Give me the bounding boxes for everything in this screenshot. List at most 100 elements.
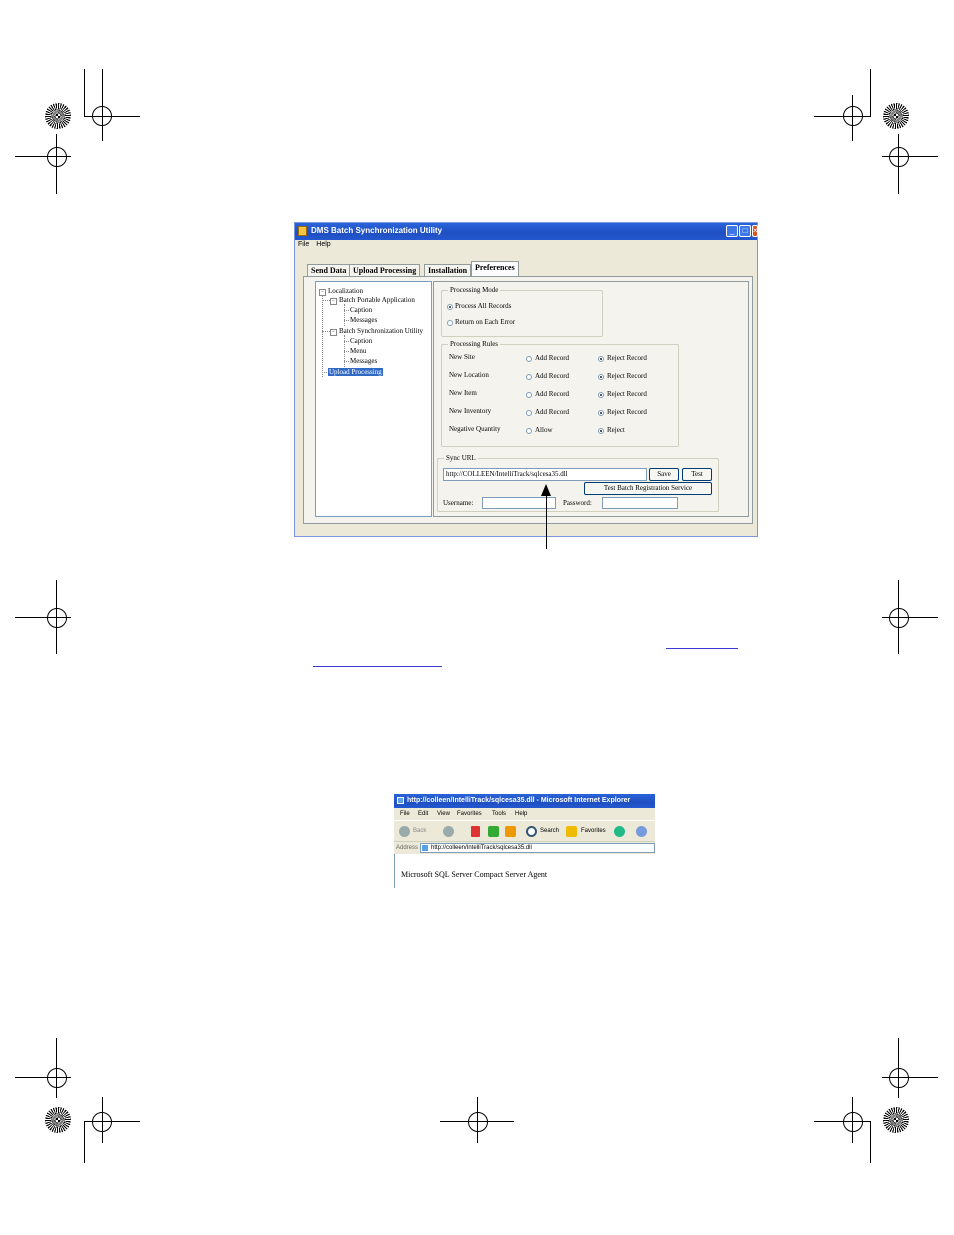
refresh-icon[interactable] — [488, 826, 499, 837]
radio-new-item-add[interactable] — [526, 392, 532, 398]
tab-preferences[interactable]: Preferences — [471, 261, 519, 277]
test-batch-registration-button[interactable]: Test Batch Registration Service — [584, 482, 712, 495]
password-input[interactable] — [602, 497, 678, 509]
rule-new-item-label: New Item — [449, 389, 477, 397]
return-on-each-error-label: Return on Each Error — [455, 318, 516, 326]
new-location-add-label: Add Record — [535, 372, 570, 380]
browser-title-bar[interactable]: http://colleen/IntelliTrack/sqlcesa35.dl… — [394, 794, 655, 808]
target-mark-icon — [468, 1112, 488, 1132]
radio-new-inventory-add[interactable] — [526, 410, 532, 416]
ie-icon — [397, 797, 404, 804]
link-underline[interactable] — [666, 648, 738, 649]
processing-rules-label: Processing Rules — [448, 340, 501, 348]
app-window: DMS Batch Synchronization Utility _ □ × … — [294, 222, 758, 537]
menu-help[interactable]: Help — [316, 241, 330, 248]
new-site-add-label: Add Record — [535, 354, 570, 362]
username-input[interactable] — [482, 497, 556, 509]
minimize-button[interactable]: _ — [726, 225, 738, 237]
radio-new-location-reject[interactable] — [598, 374, 604, 380]
tree-node-localization[interactable]: Localization — [328, 287, 363, 295]
ie-menu-file[interactable]: File — [400, 811, 410, 817]
rule-new-location-label: New Location — [449, 371, 489, 379]
settings-tree[interactable]: − Localization − Batch Portable Applicat… — [315, 281, 432, 517]
favorites-star-icon[interactable] — [566, 826, 577, 837]
browser-toolbar: Back Search Favorites — [394, 820, 655, 841]
target-mark-icon — [843, 1112, 863, 1132]
link-underline[interactable] — [313, 666, 442, 667]
browser-menu-bar: File Edit View Favorites Tools Help — [394, 808, 655, 820]
back-arrow-icon[interactable] — [399, 826, 410, 837]
tree-node-bpa-caption[interactable]: Caption — [350, 306, 372, 314]
close-button[interactable]: × — [752, 225, 758, 237]
process-all-records-label: Process All Records — [455, 302, 512, 310]
target-mark-icon — [47, 608, 67, 628]
ie-menu-tools[interactable]: Tools — [492, 811, 506, 817]
sync-url-input[interactable]: http://COLLEEN/IntelliTrack/sqlcesa35.dl… — [443, 468, 647, 481]
target-mark-icon — [843, 106, 863, 126]
new-inventory-reject-label: Reject Record — [607, 408, 647, 416]
tree-node-bsu-messages[interactable]: Messages — [350, 357, 377, 365]
collapse-icon[interactable]: − — [319, 289, 326, 296]
callout-line — [546, 494, 547, 549]
new-inventory-add-label: Add Record — [535, 408, 570, 416]
sync-url-group: Sync URL http://COLLEEN/IntelliTrack/sql… — [437, 454, 719, 512]
maximize-button[interactable]: □ — [739, 225, 751, 237]
menu-file[interactable]: File — [298, 241, 309, 248]
favorites-button-label[interactable]: Favorites — [581, 828, 606, 834]
ie-menu-favorites[interactable]: Favorites — [457, 811, 482, 817]
target-mark-icon — [889, 1068, 909, 1088]
ie-menu-edit[interactable]: Edit — [418, 811, 428, 817]
radio-negative-quantity-allow[interactable] — [526, 428, 532, 434]
app-icon — [298, 226, 307, 236]
radio-return-on-each-error[interactable] — [447, 320, 453, 326]
print-dial-icon — [45, 103, 71, 129]
title-bar[interactable]: DMS Batch Synchronization Utility _ □ × — [295, 223, 758, 240]
tree-node-batch-portable-application[interactable]: Batch Portable Application — [339, 296, 415, 304]
processing-mode-label: Processing Mode — [448, 286, 501, 294]
radio-new-inventory-reject[interactable] — [598, 410, 604, 416]
tree-node-batch-synchronization-utility[interactable]: Batch Synchronization Utility — [339, 327, 423, 335]
collapse-icon[interactable]: − — [330, 298, 337, 305]
new-location-reject-label: Reject Record — [607, 372, 647, 380]
back-button-label[interactable]: Back — [413, 828, 426, 834]
crop-mark-icon — [102, 69, 103, 141]
address-value: http://colleen/IntelliTrack/sqlcesa35.dl… — [431, 845, 532, 851]
processing-rules-group: Processing Rules New Site Add Record Rej… — [441, 340, 679, 447]
tree-node-bsu-menu[interactable]: Menu — [350, 347, 366, 355]
radio-negative-quantity-reject[interactable] — [598, 428, 604, 434]
address-bar: Address http://colleen/IntelliTrack/sqlc… — [394, 841, 655, 855]
stop-icon[interactable] — [471, 826, 480, 837]
address-label: Address — [396, 845, 419, 851]
negative-quantity-allow-label: Allow — [535, 426, 553, 434]
crop-mark-icon — [870, 1121, 871, 1163]
search-icon[interactable] — [526, 826, 537, 837]
radio-new-site-add[interactable] — [526, 356, 532, 362]
mail-icon[interactable] — [636, 826, 647, 837]
target-mark-icon — [92, 106, 112, 126]
new-item-add-label: Add Record — [535, 390, 570, 398]
negative-quantity-reject-label: Reject — [607, 426, 625, 434]
address-input[interactable]: http://colleen/IntelliTrack/sqlcesa35.dl… — [420, 843, 655, 853]
crop-mark-icon — [84, 69, 85, 117]
new-item-reject-label: Reject Record — [607, 390, 647, 398]
tree-node-upload-processing[interactable]: Upload Processing — [328, 368, 383, 376]
tree-node-bpa-messages[interactable]: Messages — [350, 316, 377, 324]
rule-new-site-label: New Site — [449, 353, 475, 361]
forward-arrow-icon[interactable] — [443, 826, 454, 837]
rule-new-inventory-label: New Inventory — [449, 407, 492, 415]
save-button[interactable]: Save — [649, 468, 679, 481]
home-icon[interactable] — [505, 826, 516, 837]
test-button[interactable]: Test — [682, 468, 712, 481]
radio-process-all-records[interactable] — [447, 304, 453, 310]
media-icon[interactable] — [614, 826, 625, 837]
ie-menu-view[interactable]: View — [437, 811, 450, 817]
collapse-icon[interactable]: − — [330, 329, 337, 336]
preferences-panel: − Localization − Batch Portable Applicat… — [303, 276, 753, 524]
radio-new-location-add[interactable] — [526, 374, 532, 380]
tree-node-bsu-caption[interactable]: Caption — [350, 337, 372, 345]
search-button-label[interactable]: Search — [540, 828, 559, 834]
radio-new-site-reject[interactable] — [598, 356, 604, 362]
target-mark-icon — [92, 1112, 112, 1132]
ie-menu-help[interactable]: Help — [515, 811, 527, 817]
radio-new-item-reject[interactable] — [598, 392, 604, 398]
